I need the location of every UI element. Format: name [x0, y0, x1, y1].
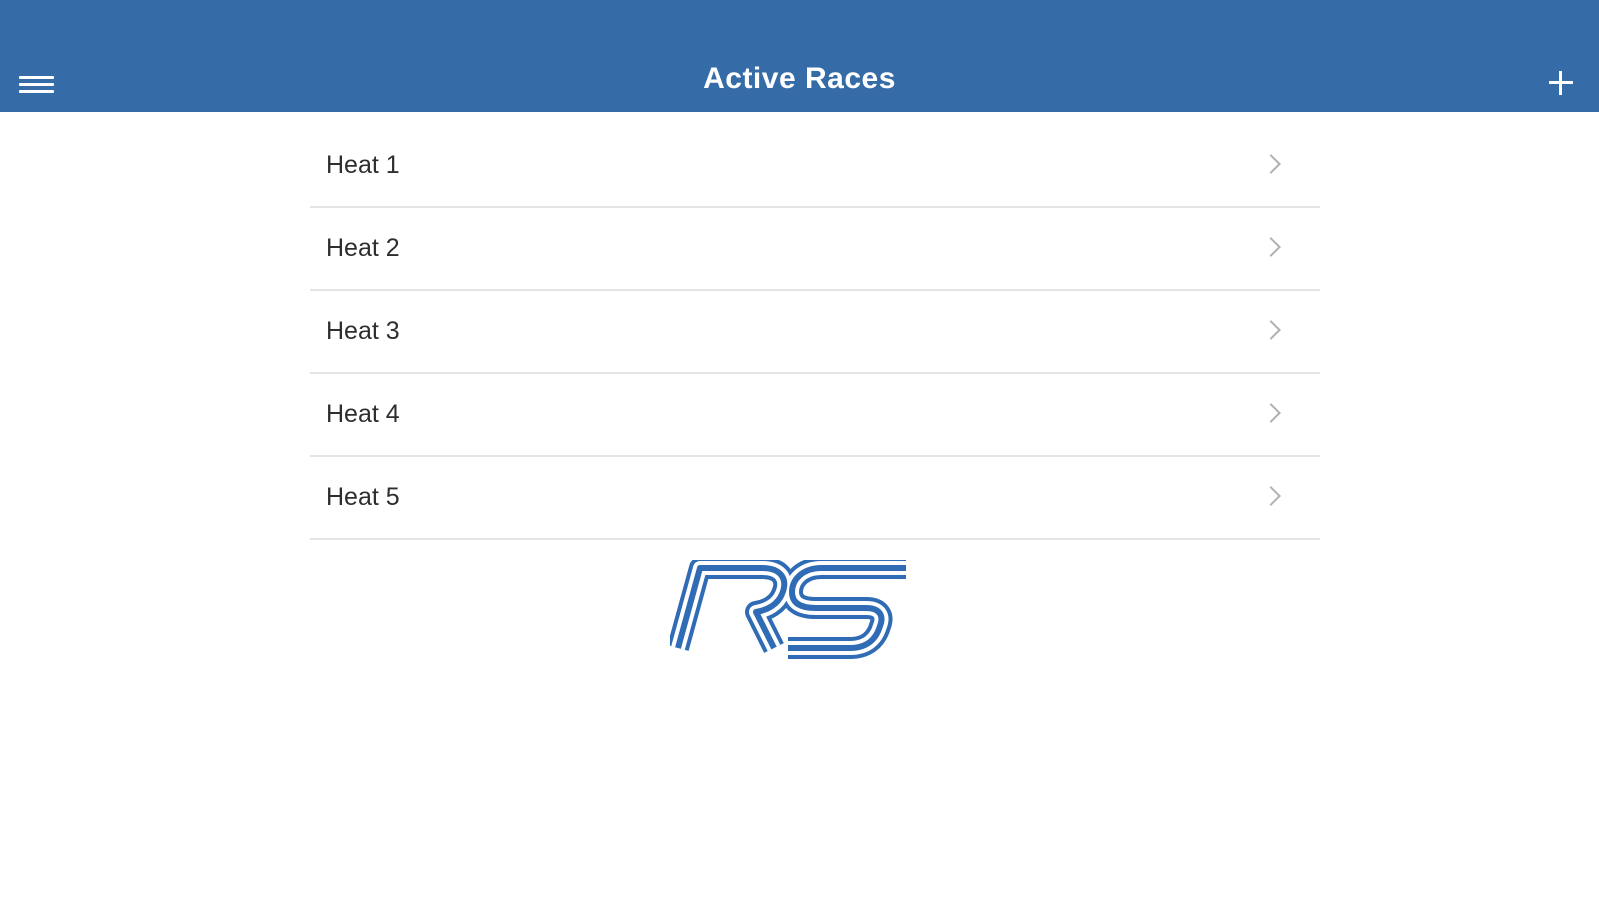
chevron-right-icon [1261, 237, 1281, 257]
chevron-right-icon [1261, 403, 1281, 423]
race-item-heat-4[interactable]: Heat 4 [310, 374, 1320, 457]
chevron-right-icon [1261, 486, 1281, 506]
rs-logo-icon [670, 560, 930, 660]
race-item-label: Heat 5 [326, 483, 400, 511]
race-list: Heat 1 Heat 2 Heat 3 Heat 4 Heat 5 [310, 125, 1320, 540]
race-item-label: Heat 4 [326, 400, 400, 428]
race-item-label: Heat 1 [326, 151, 400, 179]
race-item-heat-5[interactable]: Heat 5 [310, 457, 1320, 540]
rs-logo [670, 560, 930, 660]
app-header: Active Races [0, 0, 1599, 112]
add-race-button[interactable] [1543, 66, 1577, 100]
race-item-label: Heat 3 [326, 317, 400, 345]
race-item-heat-2[interactable]: Heat 2 [310, 208, 1320, 291]
chevron-right-icon [1261, 320, 1281, 340]
race-item-heat-3[interactable]: Heat 3 [310, 291, 1320, 374]
race-item-label: Heat 2 [326, 234, 400, 262]
chevron-right-icon [1261, 154, 1281, 174]
race-item-heat-1[interactable]: Heat 1 [310, 125, 1320, 208]
page-title: Active Races [703, 62, 896, 95]
